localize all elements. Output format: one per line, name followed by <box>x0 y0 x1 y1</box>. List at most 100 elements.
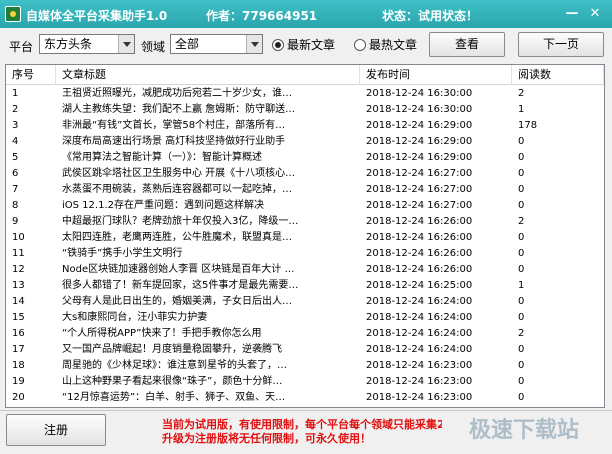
table-row[interactable]: 12 Node区块链加速器创始人李晋 区块链是百年大计 … 2018-12-24 1… <box>6 262 604 278</box>
cell-time: 2018-12-24 16:29:00 <box>366 120 473 131</box>
cell-time: 2018-12-24 16:30:00 <box>366 88 473 99</box>
cell-title: “12月惊喜运势”：白羊、射手、狮子、双鱼、天… <box>62 392 286 403</box>
cell-time: 2018-12-24 16:27:00 <box>366 200 473 211</box>
cell-reads: 1 <box>518 104 525 115</box>
cell-time: 2018-12-24 16:23:00 <box>366 392 473 403</box>
cell-reads: 178 <box>518 120 538 131</box>
cell-title: Node区块链加速器创始人李晋 区块链是百年大计 … <box>62 264 295 275</box>
radio-hottest-label: 最热文章 <box>369 38 418 52</box>
cell-reads: 0 <box>518 168 525 179</box>
cell-reads: 0 <box>518 264 525 275</box>
table-row[interactable]: 13 很多人都错了！新车提回家，这5件事才是最先需要… 2018-12-24 16:… <box>6 278 604 294</box>
register-button[interactable]: 注册 <box>6 414 106 446</box>
cell-index: 13 <box>12 280 25 291</box>
radio-latest-label: 最新文章 <box>287 38 336 52</box>
chevron-down-icon <box>246 35 262 53</box>
table-row[interactable]: 3 非洲最“有钱”文首长，掌管58个村庄，部落所有… 2018-12-24 16:2… <box>6 118 604 134</box>
table-row[interactable]: 9 中超最抠门球队？老牌劲旅十年仅投入3亿，降级一… 2018-12-24 16:2… <box>6 214 604 230</box>
cell-reads: 0 <box>518 184 525 195</box>
cell-index: 19 <box>12 376 25 387</box>
cell-reads: 0 <box>518 296 525 307</box>
close-icon[interactable]: ✕ <box>586 5 604 23</box>
table-row[interactable]: 18 周星驰的《少林足球》：谁注意到星爷的头套了，… 2018-12-24 16:2… <box>6 358 604 374</box>
category-label: 领域 <box>141 40 166 54</box>
cell-reads: 2 <box>518 328 525 339</box>
table-row[interactable]: 1 王祖贤近照曝光，减肥成功后宛若二十岁少女，谁… 2018-12-24 16:30… <box>6 86 604 102</box>
table-row[interactable]: 11 “铁骑手”携手小学生文明行 2018-12-24 16:26:00 0 <box>6 246 604 262</box>
app-icon <box>5 6 21 22</box>
table-row[interactable]: 10 太阳四连胜，老鹰两连胜，公牛胜魔术，联盟真是… 2018-12-24 16:2… <box>6 230 604 246</box>
cell-reads: 0 <box>518 312 525 323</box>
cell-title: 很多人都错了！新车提回家，这5件事才是最先需要… <box>62 280 299 291</box>
cell-reads: 0 <box>518 360 525 371</box>
cell-time: 2018-12-24 16:26:00 <box>366 232 473 243</box>
cell-time: 2018-12-24 16:27:00 <box>366 168 473 179</box>
next-page-button[interactable]: 下一页 <box>518 32 604 57</box>
cell-reads: 0 <box>518 232 525 243</box>
cell-reads: 0 <box>518 376 525 387</box>
cell-index: 5 <box>12 152 19 163</box>
cell-reads: 0 <box>518 200 525 211</box>
table-row[interactable]: 20 “12月惊喜运势”：白羊、射手、狮子、双鱼、天… 2018-12-24 16:… <box>6 390 604 406</box>
header-index[interactable]: 序号 <box>6 65 56 85</box>
platform-select-value: 东方头条 <box>44 37 93 51</box>
table-row[interactable]: 7 水蒸蛋不用碗装，蒸熟后连容器都可以一起吃掉，… 2018-12-24 16:27… <box>6 182 604 198</box>
platform-select[interactable]: 东方头条 <box>39 34 135 54</box>
table-row[interactable]: 16 “个人所得税APP”快来了！手把手教你怎么用 2018-12-24 16:24… <box>6 326 604 342</box>
cell-title: 父母有人是此日出生的，婚姻美满，子女日后出人… <box>62 296 292 307</box>
cell-index: 3 <box>12 120 19 131</box>
table-row[interactable]: 2 湖人主教练失望：我们配不上赢 詹姆斯：防守聊送… 2018-12-24 16:3… <box>6 102 604 118</box>
table-row[interactable]: 17 又一国产品牌崛起！月度销量稳固攀升，逆袭腾飞 2018-12-24 16:24… <box>6 342 604 358</box>
cell-title: 水蒸蛋不用碗装，蒸熟后连容器都可以一起吃掉，… <box>62 184 292 195</box>
radio-latest[interactable]: 最新文章 <box>272 38 335 52</box>
table-row[interactable]: 14 父母有人是此日出生的，婚姻美满，子女日后出人… 2018-12-24 16:2… <box>6 294 604 310</box>
cell-title: 湖人主教练失望：我们配不上赢 詹姆斯：防守聊送… <box>62 104 296 115</box>
cell-title: 王祖贤近照曝光，减肥成功后宛若二十岁少女，谁… <box>62 88 292 99</box>
radio-hottest[interactable]: 最热文章 <box>354 38 417 52</box>
table-row[interactable]: 6 武侯区跳伞塔社区卫生服务中心 开展《十八项核心… 2018-12-24 16:2… <box>6 166 604 182</box>
cell-reads: 2 <box>518 88 525 99</box>
cell-index: 7 <box>12 184 19 195</box>
cell-reads: 0 <box>518 152 525 163</box>
cell-title: 深度布局高速出行场景 高灯科技坚持做好行业助手 <box>62 136 286 147</box>
cell-index: 11 <box>12 248 25 259</box>
category-select[interactable]: 全部 <box>170 34 263 54</box>
cell-time: 2018-12-24 16:25:00 <box>366 280 473 291</box>
cell-reads: 0 <box>518 136 525 147</box>
article-table[interactable]: 序号 文章标题 发布时间 阅读数 1 王祖贤近照曝光，减肥成功后宛若二十岁少女，谁… <box>5 64 605 408</box>
cell-index: 18 <box>12 360 25 371</box>
cell-title: “个人所得税APP”快来了！手把手教你怎么用 <box>62 328 262 339</box>
cell-index: 20 <box>12 392 25 403</box>
cell-index: 6 <box>12 168 19 179</box>
table-row[interactable]: 5 《常用算法之智能计算（一）》：智能计算概述 2018-12-24 16:29:0… <box>6 150 604 166</box>
cell-title: 又一国产品牌崛起！月度销量稳固攀升，逆袭腾飞 <box>62 344 282 355</box>
table-row[interactable]: 15 大s和康熙同台，汪小菲实力护妻 2018-12-24 16:24:00 0 <box>6 310 604 326</box>
header-reads[interactable]: 阅读数 <box>512 65 604 85</box>
category-select-value: 全部 <box>175 37 200 51</box>
cell-index: 16 <box>12 328 25 339</box>
title-bar: 自媒体全平台采集助手1.0 作者：779664951 状态：试用状态！ — ✕ <box>0 0 612 28</box>
header-time[interactable]: 发布时间 <box>360 65 512 85</box>
cell-index: 10 <box>12 232 25 243</box>
table-row[interactable]: 4 深度布局高速出行场景 高灯科技坚持做好行业助手 2018-12-24 16:29… <box>6 134 604 150</box>
cell-time: 2018-12-24 16:29:00 <box>366 152 473 163</box>
cell-index: 9 <box>12 216 19 227</box>
author-label: 作者：779664951 <box>206 9 318 23</box>
status-label: 状态：试用状态！ <box>382 9 479 23</box>
view-button[interactable]: 查看 <box>429 32 505 57</box>
cell-index: 14 <box>12 296 25 307</box>
window-title: 自媒体全平台采集助手1.0 <box>26 9 168 23</box>
cell-index: 17 <box>12 344 25 355</box>
trial-notice-line2: 升级为注册版将无任何限制，可永久使用！ <box>162 432 371 445</box>
cell-title: iOS 12.1.2存在严重问题：遇到问题这样解决 <box>62 200 264 211</box>
cell-time: 2018-12-24 16:26:00 <box>366 216 473 227</box>
watermark-logo: 极速下载站 <box>468 418 579 443</box>
table-row[interactable]: 19 山上这种野果子看起来很像“珠子”，颜色十分鲜… 2018-12-24 16:2… <box>6 374 604 390</box>
radio-checked-icon <box>272 39 284 51</box>
cell-index: 8 <box>12 200 19 211</box>
header-title[interactable]: 文章标题 <box>56 65 360 85</box>
cell-index: 1 <box>12 88 19 99</box>
cell-title: 中超最抠门球队？老牌劲旅十年仅投入3亿，降级一… <box>62 216 299 227</box>
table-row[interactable]: 8 iOS 12.1.2存在严重问题：遇到问题这样解决 2018-12-24 16:… <box>6 198 604 214</box>
minimize-icon[interactable]: — <box>563 5 581 23</box>
